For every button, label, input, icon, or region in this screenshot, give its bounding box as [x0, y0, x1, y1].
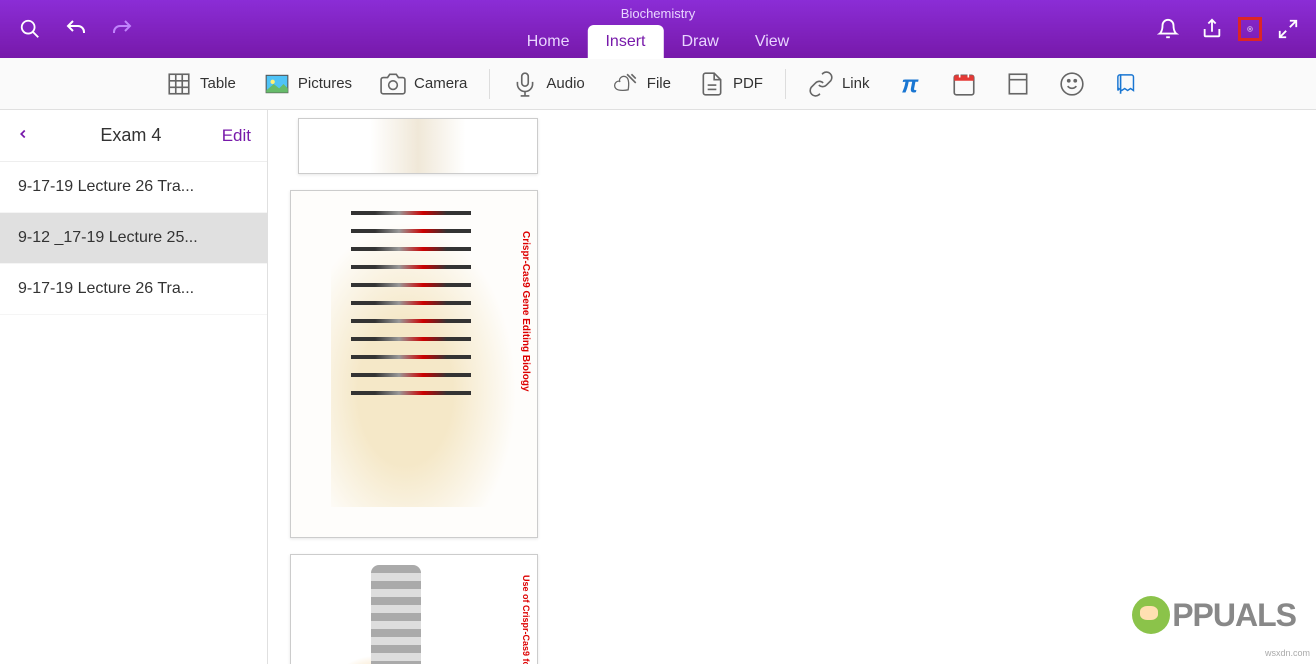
title-left-controls: [0, 17, 134, 41]
tab-view[interactable]: View: [737, 25, 807, 59]
document-title: Biochemistry: [509, 6, 807, 21]
content-area: Exam 4 Edit 9-17-19 Lecture 26 Tra... 9-…: [0, 110, 1316, 664]
slide-thumbnail[interactable]: Crispr-Cas9 Gene Editing Biology: [290, 190, 538, 538]
title-right-controls: [1156, 17, 1316, 41]
pictures-label: Pictures: [298, 75, 352, 92]
notifications-icon[interactable]: [1156, 17, 1180, 41]
title-center: Biochemistry Home Insert Draw View: [509, 6, 807, 59]
camera-button[interactable]: Camera: [366, 63, 481, 105]
link-label: Link: [842, 75, 870, 92]
audio-icon: [512, 71, 538, 97]
slide-thumbnail[interactable]: Use of Crispr-Cas9 for Gene Editing – St: [290, 554, 538, 664]
file-icon: [613, 71, 639, 97]
attribution-text: wsxdn.com: [1265, 648, 1310, 658]
search-icon[interactable]: [18, 17, 42, 41]
pdf-label: PDF: [733, 75, 763, 92]
page-item[interactable]: 9-17-19 Lecture 26 Tra...: [0, 162, 267, 213]
title-bar: Biochemistry Home Insert Draw View: [0, 0, 1316, 58]
pictures-icon: [264, 71, 290, 97]
slide-title: Use of Crispr-Cas9 for Gene Editing – St: [521, 575, 531, 664]
table-button[interactable]: Table: [152, 63, 250, 105]
watermark-text: PPUALS: [1172, 597, 1296, 634]
insert-ribbon: Table Pictures Camera Audio File PDF: [0, 58, 1316, 110]
pi-icon: π: [897, 71, 923, 97]
undo-icon[interactable]: [64, 17, 88, 41]
link-icon: [808, 71, 834, 97]
ribbon-separator: [489, 69, 490, 99]
edit-button[interactable]: Edit: [222, 126, 251, 146]
svg-text:π: π: [902, 71, 920, 96]
file-label: File: [647, 75, 671, 92]
page-sidebar: Exam 4 Edit 9-17-19 Lecture 26 Tra... 9-…: [0, 110, 268, 664]
link-button[interactable]: Link: [794, 63, 884, 105]
emoji-button[interactable]: [1045, 63, 1099, 105]
slide-thumbnail[interactable]: [298, 118, 538, 174]
share-icon[interactable]: [1200, 17, 1224, 41]
fullscreen-icon[interactable]: [1276, 17, 1300, 41]
calendar-date-icon: [951, 71, 977, 97]
audio-label: Audio: [546, 75, 584, 92]
settings-icon[interactable]: [1238, 17, 1262, 41]
pdf-icon: [699, 71, 725, 97]
page-icon: [1005, 71, 1031, 97]
page-list: 9-17-19 Lecture 26 Tra... 9-12 _17-19 Le…: [0, 162, 267, 664]
notebook-button[interactable]: [1099, 63, 1153, 105]
emoji-icon: [1059, 71, 1085, 97]
notebook-icon: [1113, 71, 1139, 97]
page-button[interactable]: [991, 63, 1045, 105]
section-title: Exam 4: [40, 125, 222, 146]
note-canvas[interactable]: Crispr-Cas9 Gene Editing Biology Use of …: [268, 110, 1316, 664]
date-button[interactable]: [937, 63, 991, 105]
pictures-button[interactable]: Pictures: [250, 63, 366, 105]
audio-button[interactable]: Audio: [498, 63, 598, 105]
slide-title: Crispr-Cas9 Gene Editing Biology: [520, 231, 531, 392]
pdf-button[interactable]: PDF: [685, 63, 777, 105]
tab-insert[interactable]: Insert: [587, 25, 663, 59]
table-icon: [166, 71, 192, 97]
watermark: PPUALS: [1132, 596, 1296, 634]
file-button[interactable]: File: [599, 63, 685, 105]
page-item[interactable]: 9-12 _17-19 Lecture 25...: [0, 213, 267, 264]
redo-icon: [110, 17, 134, 41]
camera-icon: [380, 71, 406, 97]
table-label: Table: [200, 75, 236, 92]
page-item[interactable]: 9-17-19 Lecture 26 Tra...: [0, 264, 267, 315]
sidebar-header: Exam 4 Edit: [0, 110, 267, 162]
tab-bar: Home Insert Draw View: [509, 25, 807, 59]
camera-label: Camera: [414, 75, 467, 92]
equation-button[interactable]: π: [883, 63, 937, 105]
back-button[interactable]: [16, 124, 40, 147]
tab-home[interactable]: Home: [509, 25, 588, 59]
ribbon-separator: [785, 69, 786, 99]
watermark-logo-icon: [1132, 596, 1170, 634]
tab-draw[interactable]: Draw: [663, 25, 736, 59]
